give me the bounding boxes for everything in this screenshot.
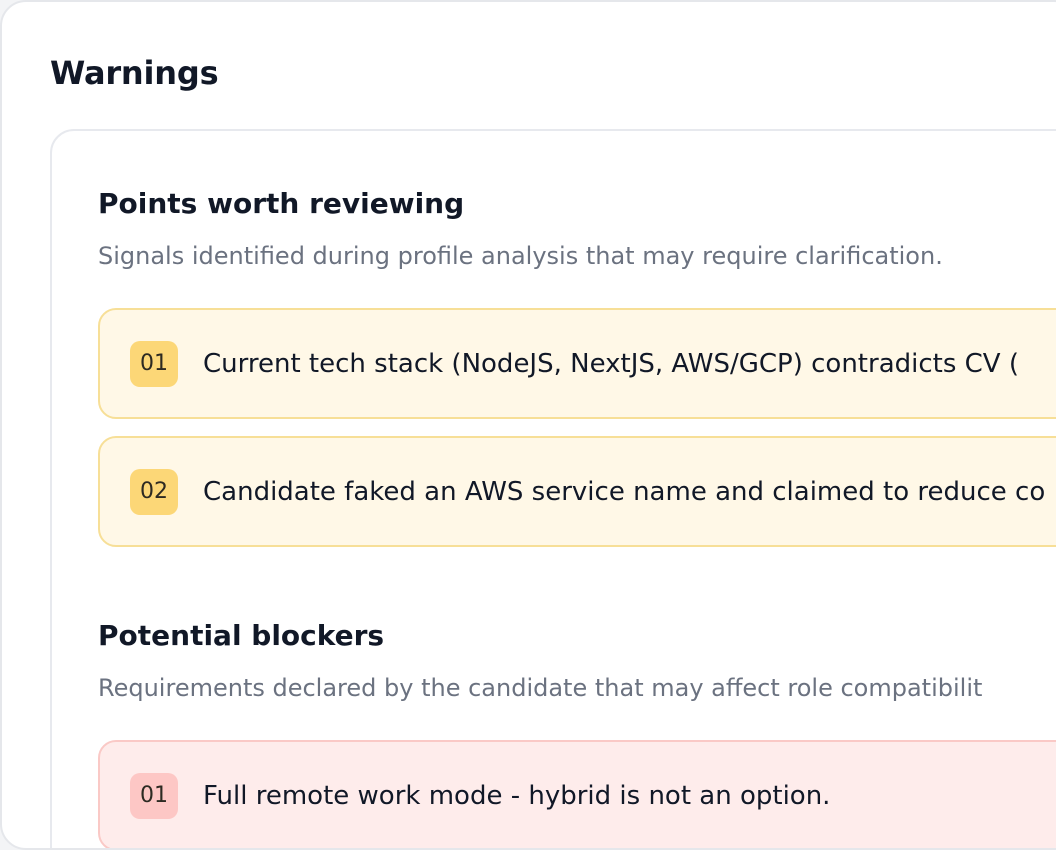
review-item-01: 01 Current tech stack (NodeJS, NextJS, A… [98,308,1056,419]
points-worth-reviewing-description: Signals identified during profile analys… [98,242,943,270]
item-number-badge: 01 [130,773,178,819]
points-worth-reviewing-title: Points worth reviewing [98,187,465,220]
warnings-panel: Warnings Points worth reviewing Signals … [0,0,1056,850]
item-number-badge: 01 [130,341,178,387]
review-item-text: Candidate faked an AWS service name and … [203,477,1046,507]
blocker-item-01: 01 Full remote work mode - hybrid is not… [98,740,1056,848]
review-item-text: Current tech stack (NodeJS, NextJS, AWS/… [203,349,1020,379]
review-item-02: 02 Candidate faked an AWS service name a… [98,436,1056,547]
item-number-badge: 02 [130,469,178,515]
blocker-item-text: Full remote work mode - hybrid is not an… [203,781,831,811]
potential-blockers-description: Requirements declared by the candidate t… [98,674,983,702]
page-title: Warnings [50,54,219,92]
warnings-card: Points worth reviewing Signals identifie… [50,129,1056,848]
potential-blockers-title: Potential blockers [98,619,385,652]
